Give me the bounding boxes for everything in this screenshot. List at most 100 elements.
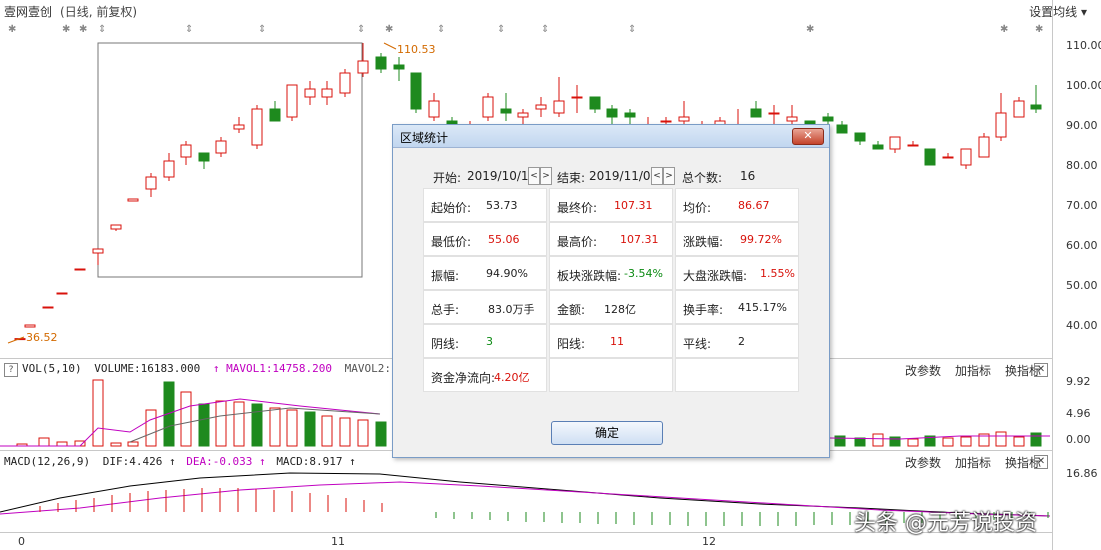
candle-body [357,60,369,74]
event-marker-icon[interactable]: ✱ [385,24,393,34]
candle-body [198,152,210,162]
stat-label: 平线: [683,337,712,351]
volume-bar [180,391,192,447]
ma-setting-label: 设置均线 [1029,5,1078,19]
candle-body [942,156,954,159]
stat-cell: 最终价: 107.31 [549,188,673,222]
chart-header: 壹网壹创 (日线, 前复权) 设置均线 ▾ [0,0,1101,20]
stat-value: 4.20亿 [494,371,530,384]
x-axis-label: 11 [331,535,345,548]
dialog-titlebar[interactable]: 区域统计 ✕ [393,125,829,148]
stat-cell: 涨跌幅: 99.72% [675,222,799,256]
candle-body [375,56,387,70]
volume-bar [1013,436,1025,447]
dialog-close-button[interactable]: ✕ [792,128,824,145]
volume-bar [357,419,369,447]
price-tick: 40.00 [1066,319,1098,332]
price-tick: 110.00 [1066,39,1101,52]
stat-label: 大盘涨跌幅: [683,269,748,283]
event-marker-icon[interactable]: ✱ [1000,24,1008,34]
stat-label: 最终价: [557,201,598,215]
candle-body [339,72,351,94]
candle-body [393,64,405,70]
candle-body [960,148,972,166]
axis-divider [1052,0,1053,550]
close-icon[interactable]: ✕ [1034,363,1048,377]
candle-body [428,100,440,118]
stat-value: 107.31 [614,199,653,212]
event-marker-icon[interactable]: ✱ [79,24,87,34]
event-marker-icon[interactable]: ⇕ [357,24,365,34]
stat-label: 振幅: [431,269,460,283]
candle-body [854,132,866,142]
event-marker-icon[interactable]: ⇕ [628,24,636,34]
candle-body [553,100,565,114]
candle-body [215,140,227,154]
volume-bar [1030,432,1042,447]
stat-cell [675,358,799,392]
candle-body [872,144,884,150]
count-value: 16 [740,169,756,183]
stat-value: 1.55% [760,267,795,280]
help-icon[interactable]: ? [4,363,18,377]
event-marker-icon[interactable]: ⇕ [437,24,445,34]
selection-box[interactable] [97,42,363,278]
stat-label: 阳线: [557,337,586,351]
candle-body [482,96,494,118]
start-next-button[interactable]: > [540,167,552,185]
start-date: 2019/10/15 [467,169,537,183]
event-marker-icon[interactable]: ⇕ [497,24,505,34]
date-range-row: 开始: 2019/10/15 < > 结束: 2019/11/05 < > 总个… [393,167,829,185]
candle-body [924,148,936,166]
stat-label: 换手率: [683,303,724,317]
volume-bar [995,431,1007,447]
stat-cell: 大盘涨跌幅: 1.55% [675,256,799,290]
candle-body [995,112,1007,138]
stock-title: 壹网壹创 (日线, 前复权) [4,3,137,20]
stat-value: 83.0万手 [488,303,535,316]
event-marker-icon[interactable]: ⇕ [541,24,549,34]
candle-body [660,120,672,123]
candle-body [163,160,175,178]
event-marker-icon[interactable]: ✱ [806,24,814,34]
vol-value: VOLUME:16183.000 [94,362,201,375]
event-marker-icon[interactable]: ✱ [62,24,70,34]
event-marker-icon[interactable]: ✱ [1035,24,1043,34]
candle-body [180,144,192,158]
event-marker-icon[interactable]: ✱ [8,24,16,34]
event-marker-icon[interactable]: ⇕ [98,24,106,34]
price-tick: 100.00 [1066,79,1101,92]
volume-bar [38,437,50,447]
start-prev-button[interactable]: < [528,167,540,185]
volume-bar [339,417,351,447]
event-marker-icon[interactable]: ⇕ [185,24,193,34]
stat-cell: 总手: 83.0万手 [423,290,547,324]
stat-value: 86.67 [738,199,770,212]
candle-body [606,108,618,118]
event-marker-icon[interactable]: ⇕ [258,24,266,34]
stat-value: 2 [738,335,745,348]
stat-label: 总手: [431,303,460,317]
candle-body [836,124,848,134]
end-prev-button[interactable]: < [651,167,663,185]
volume-bar [198,403,210,447]
end-next-button[interactable]: > [663,167,675,185]
stat-cell: 最低价: 55.06 [423,222,547,256]
stat-value: 94.90% [486,267,528,280]
candle-body [907,144,919,147]
stat-value: 415.17% [738,301,787,314]
mavol1-value: ↑ MAVOL1:14758.200 [212,362,333,375]
volume-bar [127,441,139,447]
close-icon[interactable]: ✕ [1034,455,1048,469]
ok-button[interactable]: 确定 [551,421,663,445]
candle-body [74,268,86,271]
candle-body [127,198,139,202]
ma-setting-button[interactable]: 设置均线 ▾ [1029,3,1087,20]
high-marker-arrow [383,42,397,50]
macd-indicator-name: MACD(12,26,9) [4,455,91,468]
range-stats-dialog: 区域统计 ✕ 开始: 2019/10/15 < > 结束: 2019/11/05… [392,124,830,458]
stat-cell: 换手率: 415.17% [675,290,799,324]
stat-cell [549,358,673,392]
stat-label: 最高价: [557,235,598,249]
candle-body [978,136,990,158]
